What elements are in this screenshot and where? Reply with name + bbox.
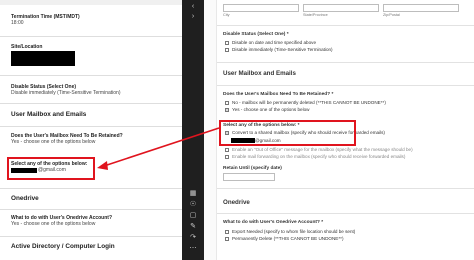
option-label: No - mailbox will be permanently deleted… xyxy=(232,100,386,105)
termination-time-field: Termination Time (MST/MDT) 18:00 xyxy=(11,14,177,26)
site-label: Site/Location xyxy=(11,44,43,50)
tool-icon[interactable]: ✎ xyxy=(189,223,197,231)
divider xyxy=(0,103,182,104)
divider xyxy=(217,62,474,63)
checkbox[interactable] xyxy=(225,100,229,105)
divider xyxy=(0,236,182,237)
tool-icon[interactable]: ▦ xyxy=(189,190,197,198)
option-label: Enable mail forwarding on the mailbox (s… xyxy=(232,154,406,159)
disable-option-scheduled[interactable]: Disable on date and time specified above xyxy=(225,40,316,45)
option-label: Permanently Delete (**THIS CANNOT BE UND… xyxy=(232,236,344,241)
divider xyxy=(217,25,474,26)
top-strip xyxy=(0,0,182,5)
disable-option-immediate[interactable]: Disable immediately (Time-Sensitive Term… xyxy=(225,47,333,52)
highlight-box-right xyxy=(219,120,356,146)
option-label: Disable on date and time specified above xyxy=(232,40,317,45)
section-mailbox-heading: User Mailbox and Emails xyxy=(11,111,87,118)
divider xyxy=(217,188,474,189)
chevron-right-icon[interactable]: › xyxy=(189,13,197,21)
divider xyxy=(0,36,182,37)
retain-mailbox-field: Does the User's Mailbox Need To Be Retai… xyxy=(11,133,177,145)
divider xyxy=(0,126,182,127)
retain-option-yes[interactable]: Yes - choose one of the options below xyxy=(225,107,309,112)
submission-summary-panel: Termination Time (MST/MDT) 18:00 Site/Lo… xyxy=(0,0,182,260)
mail-forwarding-option[interactable]: Enable mail forwarding on the mailbox (s… xyxy=(225,154,405,159)
option-label: Export Needed (specify to whom file loca… xyxy=(232,229,356,234)
option-label: Yes - choose one of the options below xyxy=(232,107,310,112)
zip-input[interactable] xyxy=(383,4,459,12)
zip-sublabel: Zip/Postal xyxy=(383,13,400,17)
retain-mailbox-value: Yes - choose one of the options below xyxy=(11,139,96,145)
termination-time-value: 18:00 xyxy=(11,20,24,26)
checkbox-checked[interactable] xyxy=(225,107,229,112)
highlight-box-left xyxy=(7,157,95,180)
checkbox[interactable] xyxy=(225,40,229,45)
onedrive-value: Yes - choose one of the options below xyxy=(11,221,96,227)
checkbox[interactable] xyxy=(225,236,229,241)
checkbox[interactable] xyxy=(225,147,229,152)
divider xyxy=(217,85,474,86)
checkbox[interactable] xyxy=(225,47,229,52)
gutter xyxy=(204,0,217,260)
city-input[interactable] xyxy=(223,4,299,12)
chevron-left-icon[interactable]: ‹ xyxy=(189,3,197,11)
state-sublabel: State/Province xyxy=(303,13,328,17)
section-onedrive-heading: Onedrive xyxy=(223,199,250,206)
section-ad-heading: Active Directory / Computer Login xyxy=(11,243,115,250)
tool-icon[interactable]: ☉ xyxy=(189,201,197,209)
option-label: Disable immediately (Time-Sensitive Term… xyxy=(232,47,333,52)
retain-until-date-input[interactable] xyxy=(223,173,275,181)
retain-option-no[interactable]: No - mailbox will be permanently deleted… xyxy=(225,100,386,105)
tool-icon[interactable]: ▢ xyxy=(189,212,197,220)
site-field: Site/Location xyxy=(11,44,177,71)
retain-until-label: Retain Until (specify date) xyxy=(223,166,282,171)
tool-icon[interactable]: ⋯ xyxy=(189,245,197,253)
redacted-site-value xyxy=(11,51,75,66)
section-onedrive-heading: Onedrive xyxy=(11,195,39,202)
viewer-toolbar: ‹ › ▦ ☉ ▢ ✎ ↷ ⋯ xyxy=(182,0,204,260)
onedrive-option-delete[interactable]: Permanently Delete (**THIS CANNOT BE UND… xyxy=(225,236,343,241)
divider xyxy=(0,209,182,210)
divider xyxy=(0,75,182,76)
retain-mailbox-label: Does the User's Mailbox Need To Be Retai… xyxy=(223,92,334,97)
checkbox[interactable] xyxy=(225,229,229,234)
checkbox[interactable] xyxy=(225,154,229,159)
onedrive-label: What to do with User's Onedrive Account?… xyxy=(223,220,324,225)
onedrive-option-export[interactable]: Export Needed (specify to whom file loca… xyxy=(225,229,355,234)
disable-status-field: Disable Status (Select One) Disable imme… xyxy=(11,84,177,96)
divider xyxy=(0,188,182,189)
section-mailbox-heading: User Mailbox and Emails xyxy=(223,70,296,77)
disable-status-value: Disable immediately (Time-Sensitive Term… xyxy=(11,90,121,96)
divider xyxy=(217,213,474,214)
disable-status-label: Disable Status (Select One) * xyxy=(223,32,289,37)
onedrive-field: What to do with User's Onedrive Account?… xyxy=(11,215,177,227)
city-sublabel: City xyxy=(223,13,230,17)
state-input[interactable] xyxy=(303,4,379,12)
option-label: Enable an "Out of Office" message for th… xyxy=(232,147,413,152)
tool-icon[interactable]: ↷ xyxy=(189,234,197,242)
out-of-office-option[interactable]: Enable an "Out of Office" message for th… xyxy=(225,147,413,152)
